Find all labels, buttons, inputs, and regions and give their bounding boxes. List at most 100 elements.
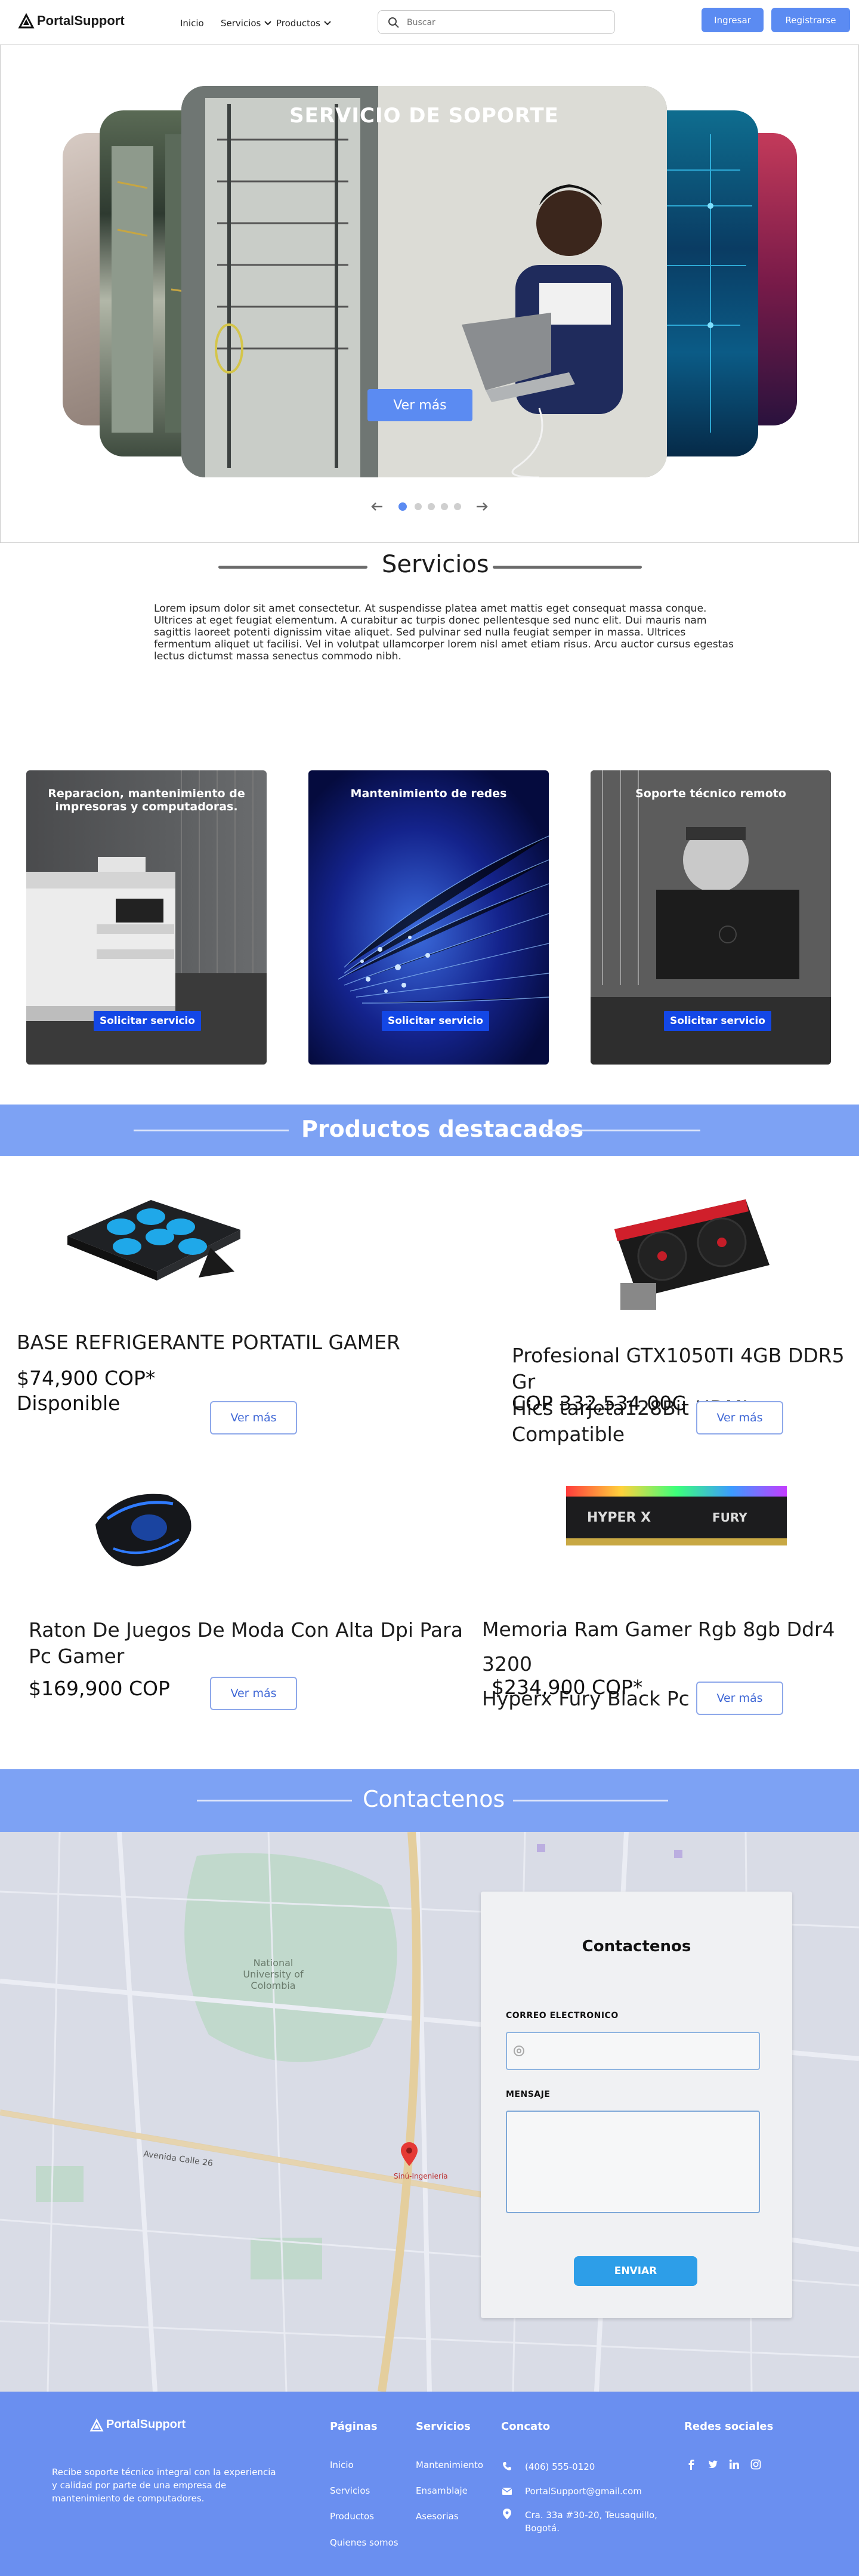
nav-inicio-label: Inicio [180,18,204,29]
divider-line [545,1130,700,1131]
divider-line [513,1800,668,1801]
footer-heading-paginas: Páginas [330,2420,378,2433]
service-title-line: Reparacion, mantenimiento de [48,787,245,800]
chevron-down-icon [264,21,272,26]
linkedin-icon[interactable] [729,2459,740,2470]
ram-brand-mark: HYPER X [587,1510,651,1525]
divider-line [134,1130,289,1131]
view-more-button[interactable]: Ver más [696,1682,783,1715]
search-icon [388,17,399,28]
service-title-line: impresoras y computadoras. [55,800,238,813]
service-card-repair[interactable]: Reparacion, mantenimiento de impresoras y… [26,770,267,1065]
instagram-icon[interactable] [750,2459,761,2470]
at-icon [514,2046,524,2056]
carousel-card-main[interactable]: SERVICIO DE SOPORTE Ver más [181,86,667,477]
view-more-button[interactable]: Ver más [210,1401,297,1434]
logo-icon [18,13,35,29]
divider-line [197,1800,352,1801]
nav-inicio[interactable]: Inicio [180,18,204,29]
view-more-button[interactable]: Ver más [210,1677,297,1710]
hero-title: SERVICIO DE SOPORTE [289,104,559,128]
contact-form: Contactenos CORREO ELECTRONICO MENSAJE E… [481,1892,792,2318]
search-box[interactable] [378,10,615,34]
map[interactable]: National University of Colombia Avenida … [0,1832,859,2392]
chevron-down-icon [324,21,331,26]
carousel-dot[interactable] [441,503,448,510]
product-name: BASE REFRIGERANTE PORTATIL GAMER [17,1331,400,1354]
top-navbar: PortalSupport Inicio Servicios Productos… [0,0,859,45]
message-label: MENSAJE [506,2090,551,2099]
arrow-left-icon[interactable] [370,502,384,511]
footer-logo-text: PortalSupport [106,2418,186,2431]
register-button[interactable]: Registrarse [771,8,850,32]
message-field[interactable] [506,2111,760,2213]
request-service-button[interactable]: Solicitar servicio [664,1011,771,1031]
view-more-button[interactable]: Ver más [696,1401,783,1434]
mail-icon [502,2488,512,2495]
section-title-contacto: Contactenos [363,1786,505,1812]
footer: PortalSupport Recibe soporte técnico int… [0,2392,859,2576]
productos-band: Productos destacados [0,1105,859,1156]
nav-productos[interactable]: Productos [276,18,331,29]
twitter-icon[interactable] [707,2459,718,2470]
search-input[interactable] [407,16,604,29]
product-name-line: Raton De Juegos De Moda Con Alta Dpi Par… [29,1618,463,1642]
product-stock: Disponible [17,1392,120,1415]
social-links [686,2459,761,2470]
carousel-dot[interactable] [428,503,435,510]
cooling-pad-image [67,1200,240,1281]
footer-link[interactable]: Productos [330,2511,374,2522]
section-title-productos: Productos destacados [301,1116,584,1142]
footer-heading-servicios: Servicios [416,2420,471,2433]
arrow-right-icon[interactable] [475,502,489,511]
gaming-mouse-image [95,1494,191,1566]
footer-description-line: mantenimiento de computadores. [52,2493,205,2504]
form-title: Contactenos [582,1938,691,1955]
nav-servicios[interactable]: Servicios [221,18,272,29]
footer-heading-social: Redes sociales [684,2420,774,2433]
product-name-line: Profesional GTX1050TI 4GB DDR5 Gr [512,1344,845,1393]
nav-productos-label: Productos [276,18,320,29]
carousel-dot[interactable] [454,503,461,510]
request-service-button[interactable]: Solicitar servicio [382,1011,489,1031]
request-service-button[interactable]: Solicitar servicio [94,1011,201,1031]
footer-link[interactable]: Ensamblaje [416,2485,468,2496]
carousel-dot[interactable] [415,503,422,510]
product-name-line: Pc Gamer [29,1645,125,1668]
logo-text: PortalSupport [37,13,125,28]
graphics-card-image [614,1199,770,1310]
send-button[interactable]: ENVIAR [574,2256,697,2286]
footer-link[interactable]: Inicio [330,2460,354,2470]
footer-email[interactable]: PortalSupport@gmail.com [525,2486,642,2497]
contacto-band: Contactenos [0,1769,859,1832]
product-price: $74,900 COP* [17,1366,156,1390]
brand-logo[interactable]: PortalSupport [18,12,125,30]
service-card-remote-support[interactable]: Soporte técnico remoto Solicitar servici… [591,770,831,1065]
service-card-title: Soporte técnico remoto [635,787,786,800]
carousel-dot-active[interactable] [398,502,407,511]
footer-description: Recibe soporte técnico integral con la e… [52,2466,276,2505]
footer-link[interactable]: Asesorias [416,2511,459,2522]
login-button[interactable]: Ingresar [702,8,764,32]
email-field[interactable] [506,2032,760,2070]
service-card-networks[interactable]: Mantenimiento de redes Solicitar servici… [308,770,549,1065]
footer-link[interactable]: Servicios [330,2485,370,2496]
ram-module-image: HYPER X FURY [566,1486,787,1545]
hero-cta-button[interactable]: Ver más [367,389,472,421]
service-card-title: Mantenimiento de redes [350,787,507,800]
logo-icon [89,2418,104,2432]
product-name-line: Memoria Ram Gamer Rgb 8gb Ddr4 3200 [482,1618,835,1676]
location-icon [503,2509,511,2519]
map-pin-icon[interactable] [401,2142,418,2166]
footer-heading-contacto: Concato [501,2420,551,2433]
footer-link[interactable]: Mantenimiento [416,2460,483,2470]
footer-link[interactable]: Quienes somos [330,2537,398,2548]
footer-address-line: Bogotá. [525,2523,560,2534]
map-label-place: Sinú-Ingeniería [394,2172,448,2180]
footer-phone[interactable]: (406) 555-0120 [525,2461,595,2472]
facebook-icon[interactable] [686,2459,697,2470]
divider-line [218,566,367,569]
footer-logo[interactable]: PortalSupport [89,2418,186,2432]
product-price: COP 332,534.00C [512,1392,686,1415]
email-label: CORREO ELECTRONICO [506,2011,619,2020]
